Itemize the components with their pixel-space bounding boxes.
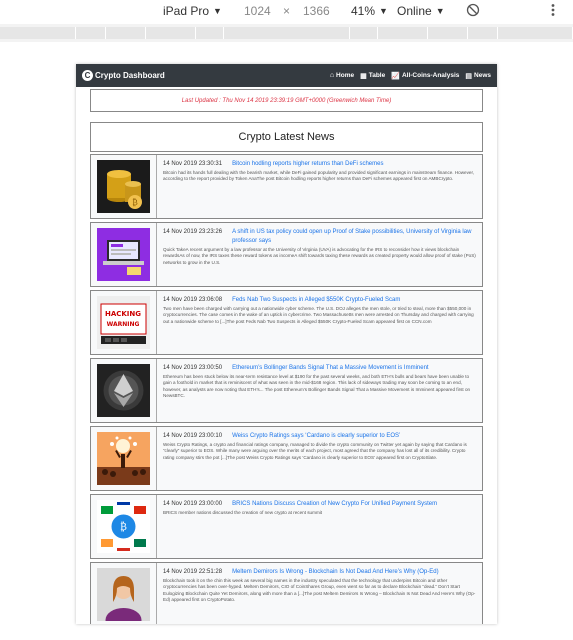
media-query-ruler[interactable] xyxy=(0,24,573,42)
thumb-cell: ₿ xyxy=(91,495,157,558)
nav-table-label: Table xyxy=(368,72,386,79)
last-updated: Last Updated : Thu Nov 14 2019 23:39:19 … xyxy=(90,89,483,112)
news-header: 14 Nov 2019 23:00:00 BRICS Nations Discus… xyxy=(163,500,476,509)
news-date: 14 Nov 2019 23:30:31 xyxy=(163,161,223,167)
logo-icon: C xyxy=(82,70,93,81)
thumb-cell xyxy=(91,223,157,286)
news-date: 14 Nov 2019 23:00:00 xyxy=(163,501,223,507)
news-header: 14 Nov 2019 23:06:08 Feds Nab Two Suspect… xyxy=(163,296,476,305)
news-card: 14 Nov 2019 23:00:50 Ethereum’s Bollinger… xyxy=(90,358,483,423)
nav-news-label: News xyxy=(474,72,491,79)
news-thumbnail[interactable] xyxy=(97,364,150,417)
news-body: 14 Nov 2019 23:00:10 Weiss Crypto Ratings… xyxy=(157,427,482,490)
news-title-link[interactable]: Ethereum’s Bollinger Bands Signal That a… xyxy=(232,364,429,373)
news-header: 14 Nov 2019 23:23:26 A shift in US tax po… xyxy=(163,228,476,246)
news-thumbnail[interactable] xyxy=(97,228,150,281)
news-title-link[interactable]: BRICS Nations Discuss Creation of New Cr… xyxy=(232,500,437,509)
table-icon: ▦ xyxy=(360,72,367,80)
chevron-down-icon: ▼ xyxy=(435,6,445,16)
news-thumbnail[interactable] xyxy=(97,568,150,621)
thumb-cell xyxy=(91,563,157,624)
chevron-down-icon: ▼ xyxy=(379,6,388,16)
news-description: Two men have been charged with carrying … xyxy=(163,306,474,324)
news-description: Ethereum has been stuck below its near-t… xyxy=(163,374,471,398)
nav-all-coins-label: All-Coins-Analysis xyxy=(401,72,460,79)
device-label: iPad Pro xyxy=(163,4,210,18)
news-date: 14 Nov 2019 23:00:50 xyxy=(163,365,223,371)
svg-text:₿: ₿ xyxy=(132,197,138,207)
thumb-cell xyxy=(91,359,157,422)
nav-links: ⌂ Home ▦ Table 📈 All-Coins-Analysis ▤ Ne… xyxy=(330,72,491,80)
news-title-link[interactable]: Feds Nab Two Suspects in Alleged $550K C… xyxy=(232,296,400,305)
brand[interactable]: C Crypto Dashboard xyxy=(82,70,165,81)
network-label: Online xyxy=(397,4,432,18)
device-select[interactable]: iPad Pro ▼ xyxy=(163,4,222,18)
network-select[interactable]: Online ▼ xyxy=(397,4,445,18)
news-description: BRICS member nations discussed the creat… xyxy=(163,510,323,515)
news-card: 14 Nov 2019 23:23:26 A shift in US tax po… xyxy=(90,222,483,287)
width-input[interactable]: 1024 xyxy=(244,4,271,18)
zoom-label: 41% xyxy=(351,4,376,18)
page-title: Crypto Latest News xyxy=(90,122,483,152)
news-date: 14 Nov 2019 23:00:10 xyxy=(163,433,223,439)
nav-table[interactable]: ▦ Table xyxy=(360,72,385,80)
news-header: 14 Nov 2019 22:51:28 Meltem Demirors Is W… xyxy=(163,568,476,577)
app-frame: C Crypto Dashboard ⌂ Home ▦ Table 📈 All-… xyxy=(76,64,497,624)
news-description: Weiss Crypto Ratings, a crypto and finan… xyxy=(163,442,467,460)
news-thumbnail[interactable]: ₿ xyxy=(97,160,150,213)
news-thumbnail[interactable] xyxy=(97,432,150,485)
news-body: 14 Nov 2019 23:23:26 A shift in US tax po… xyxy=(157,223,482,286)
news-card: HACKING WARNING 14 Nov 2019 23:06:08 Feds N… xyxy=(90,290,483,355)
news-header: 14 Nov 2019 23:00:50 Ethereum’s Bollinger… xyxy=(163,364,476,373)
dimension-separator: × xyxy=(283,4,291,18)
thumb-cell xyxy=(91,427,157,490)
news-card: 14 Nov 2019 22:51:28 Meltem Demirors Is W… xyxy=(90,562,483,624)
home-icon: ⌂ xyxy=(329,72,335,79)
news-card: ₿ 14 Nov 2019 23:00:00 BRICS Nations Discu… xyxy=(90,494,483,559)
news-body: 14 Nov 2019 23:00:00 BRICS Nations Discus… xyxy=(157,495,482,558)
news-title-link[interactable]: Bitcoin hodling reports higher returns t… xyxy=(232,160,383,169)
chevron-down-icon: ▼ xyxy=(213,6,222,16)
news-description: Blockchain took it on the chin this week… xyxy=(163,578,476,602)
news-card: 14 Nov 2019 23:00:10 Weiss Crypto Ratings… xyxy=(90,426,483,491)
news-body: 14 Nov 2019 22:51:28 Meltem Demirors Is W… xyxy=(157,563,482,624)
news-body: 14 Nov 2019 23:00:50 Ethereum’s Bollinger… xyxy=(157,359,482,422)
height-input[interactable]: 1366 xyxy=(303,4,330,18)
news-title-link[interactable]: Meltem Demirors Is Wrong - Blockchain Is… xyxy=(232,568,439,577)
news-description: Quick TakeA recent argument by a law pro… xyxy=(163,247,476,265)
brand-label: Crypto Dashboard xyxy=(95,71,165,80)
svg-text:WARNING: WARNING xyxy=(107,321,140,328)
chart-icon: 📈 xyxy=(391,72,400,80)
rotate-icon[interactable] xyxy=(466,3,480,17)
nav-home[interactable]: ⌂ Home xyxy=(330,72,354,80)
nav-home-label: Home xyxy=(336,72,355,79)
thumb-cell: HACKING WARNING xyxy=(91,291,157,354)
news-header: 14 Nov 2019 23:00:10 Weiss Crypto Ratings… xyxy=(163,432,476,441)
thumb-cell: ₿ xyxy=(91,155,157,218)
newspaper-icon: ▤ xyxy=(465,72,473,80)
svg-text:HACKING: HACKING xyxy=(105,310,141,318)
news-body: 14 Nov 2019 23:06:08 Feds Nab Two Suspect… xyxy=(157,291,482,354)
news-thumbnail[interactable]: HACKING WARNING xyxy=(97,296,150,349)
news-description: Bitcoin had its hands full dealing with … xyxy=(163,170,475,182)
news-date: 14 Nov 2019 22:51:28 xyxy=(163,569,223,575)
news-title-link[interactable]: A shift in US tax policy could open up P… xyxy=(232,228,476,246)
svg-text:₿: ₿ xyxy=(120,521,127,533)
news-date: 14 Nov 2019 23:23:26 xyxy=(163,229,223,235)
news-date: 14 Nov 2019 23:06:08 xyxy=(163,297,223,303)
zoom-select[interactable]: 41% ▼ xyxy=(351,4,388,18)
nav-news[interactable]: ▤ News xyxy=(465,72,491,80)
news-card: ₿ 14 Nov 2019 23:30:31 Bitcoin hodling rep… xyxy=(90,154,483,219)
news-body: 14 Nov 2019 23:30:31 Bitcoin hodling repo… xyxy=(157,155,482,218)
device-toolbar: iPad Pro ▼ 1024 × 1366 41% ▼ Online ▼ xyxy=(0,0,573,24)
navbar: C Crypto Dashboard ⌂ Home ▦ Table 📈 All-… xyxy=(76,64,497,87)
nav-all-coins[interactable]: 📈 All-Coins-Analysis xyxy=(391,72,459,80)
more-options-icon[interactable] xyxy=(546,3,560,17)
news-title-link[interactable]: Weiss Crypto Ratings says ‘Cardano is cl… xyxy=(232,432,400,441)
news-list: ₿ 14 Nov 2019 23:30:31 Bitcoin hodling rep… xyxy=(90,154,483,624)
viewport-stage: C Crypto Dashboard ⌂ Home ▦ Table 📈 All-… xyxy=(0,42,573,640)
news-thumbnail[interactable]: ₿ xyxy=(97,500,150,553)
news-header: 14 Nov 2019 23:30:31 Bitcoin hodling repo… xyxy=(163,160,476,169)
